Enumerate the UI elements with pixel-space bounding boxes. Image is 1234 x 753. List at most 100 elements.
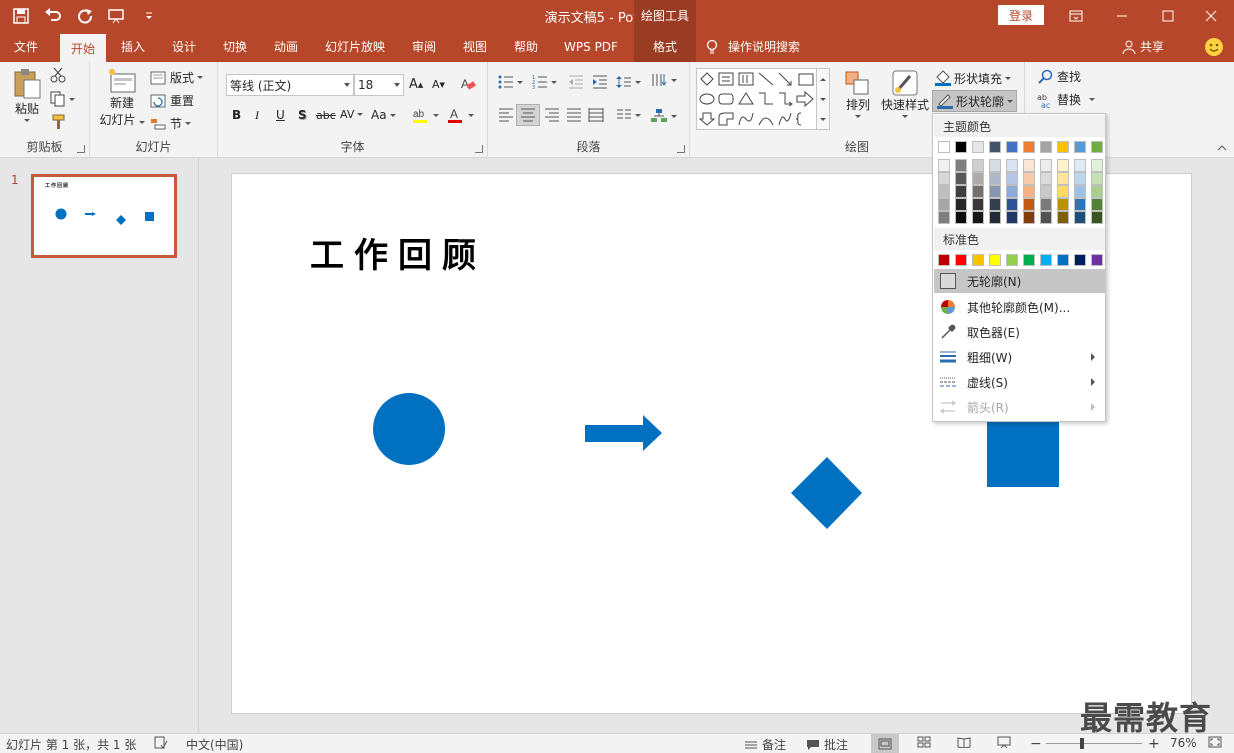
theme-shade-swatch[interactable] — [1023, 159, 1035, 172]
theme-shade-swatch[interactable] — [1040, 159, 1052, 172]
shape-fill-button[interactable]: 形状填充 — [934, 68, 1012, 88]
collapse-ribbon-icon[interactable] — [1217, 144, 1227, 152]
tab-review[interactable]: 审阅 — [403, 31, 445, 62]
theme-shade-swatch[interactable] — [1040, 185, 1052, 198]
theme-shade-swatch[interactable] — [972, 172, 984, 185]
standard-color-swatch[interactable] — [1006, 254, 1018, 266]
theme-shade-swatch[interactable] — [938, 159, 950, 172]
shapes-more-icon[interactable] — [820, 117, 826, 121]
tell-me-search[interactable]: 操作说明搜索 — [706, 31, 800, 62]
increase-indent-icon[interactable] — [592, 75, 608, 89]
theme-color-swatch[interactable] — [972, 141, 984, 153]
theme-color-swatch[interactable] — [938, 141, 950, 153]
shape-outline-button[interactable]: 形状轮廓 — [932, 90, 1018, 112]
theme-shade-swatch[interactable] — [955, 211, 967, 224]
theme-shade-swatch[interactable] — [1006, 172, 1018, 185]
tab-file[interactable]: 文件 — [4, 31, 48, 62]
format-painter-icon[interactable] — [50, 114, 66, 130]
theme-shade-swatch[interactable] — [1057, 211, 1069, 224]
share-button[interactable]: 共享 — [1122, 31, 1164, 62]
align-center-icon[interactable] — [516, 104, 540, 126]
tab-design[interactable]: 设计 — [163, 31, 205, 62]
standard-color-swatch[interactable] — [1057, 254, 1069, 266]
text-shadow-button[interactable]: S — [298, 108, 307, 122]
redo-icon[interactable] — [74, 5, 96, 27]
tab-format[interactable]: 格式 — [634, 31, 696, 62]
line-spacing-icon[interactable] — [616, 75, 641, 89]
paragraph-launcher-icon[interactable] — [677, 145, 685, 153]
arrange-button[interactable]: 排列 — [840, 70, 876, 118]
theme-color-swatch[interactable] — [1040, 141, 1052, 153]
theme-shade-swatch[interactable] — [938, 172, 950, 185]
theme-shade-swatch[interactable] — [989, 198, 1001, 211]
theme-shade-swatch[interactable] — [938, 198, 950, 211]
section-button[interactable]: 节 — [150, 115, 192, 132]
weight-item[interactable]: 粗细(W) — [934, 345, 1105, 369]
bullets-icon[interactable] — [498, 75, 523, 89]
clear-formatting-icon[interactable]: A — [460, 76, 476, 92]
shapes-scroll-down-icon[interactable] — [820, 97, 826, 101]
theme-shade-swatch[interactable] — [1057, 185, 1069, 198]
ribbon-display-options-icon[interactable] — [1053, 0, 1099, 31]
highlight-color-icon[interactable]: ab — [412, 106, 439, 124]
strikethrough-button[interactable]: abc — [316, 109, 336, 122]
theme-shade-swatch[interactable] — [1074, 172, 1086, 185]
login-button[interactable]: 登录 — [998, 5, 1044, 25]
theme-shade-swatch[interactable] — [955, 159, 967, 172]
theme-shade-swatch[interactable] — [989, 211, 1001, 224]
tab-insert[interactable]: 插入 — [112, 31, 154, 62]
align-left-icon[interactable] — [498, 108, 514, 122]
decrease-font-icon[interactable]: A ▼ — [432, 78, 445, 91]
shapes-gallery[interactable] — [696, 68, 826, 130]
tab-animations[interactable]: 动画 — [265, 31, 307, 62]
clipboard-launcher-icon[interactable] — [77, 145, 85, 153]
theme-shade-swatch[interactable] — [1091, 211, 1103, 224]
justify-icon[interactable] — [566, 108, 582, 122]
font-size-select[interactable]: 18 — [354, 74, 404, 96]
slideshow-view-icon[interactable] — [997, 736, 1011, 748]
character-spacing-button[interactable]: AV — [340, 108, 364, 121]
shapes-gallery-scroll[interactable] — [816, 68, 830, 130]
tab-transitions[interactable]: 切换 — [214, 31, 256, 62]
maximize-icon[interactable] — [1145, 0, 1191, 31]
increase-font-icon[interactable]: A ▲ — [409, 77, 423, 92]
theme-shade-swatch[interactable] — [1006, 198, 1018, 211]
theme-shade-swatch[interactable] — [1091, 198, 1103, 211]
tab-help[interactable]: 帮助 — [505, 31, 547, 62]
theme-shade-swatch[interactable] — [1023, 185, 1035, 198]
smartart-icon[interactable] — [650, 108, 677, 124]
underline-button[interactable]: U — [276, 108, 285, 122]
theme-shade-swatch[interactable] — [989, 185, 1001, 198]
notes-button[interactable]: 备注 — [744, 736, 786, 753]
shapes-scroll-up-icon[interactable] — [820, 77, 826, 81]
reset-button[interactable]: 重置 — [150, 92, 194, 109]
feedback-smiley-icon[interactable] — [1205, 38, 1223, 56]
text-direction-icon[interactable] — [650, 72, 677, 88]
standard-color-swatch[interactable] — [955, 254, 967, 266]
theme-shade-swatch[interactable] — [938, 211, 950, 224]
theme-shade-swatch[interactable] — [1040, 211, 1052, 224]
theme-color-swatch[interactable] — [989, 141, 1001, 153]
theme-shade-swatch[interactable] — [972, 198, 984, 211]
more-outline-colors-item[interactable]: 其他轮廓颜色(M)... — [934, 295, 1105, 319]
customize-qat-icon[interactable] — [138, 5, 160, 27]
change-case-button[interactable]: Aa — [371, 108, 396, 122]
italic-button[interactable]: I — [255, 108, 259, 123]
theme-color-swatch[interactable] — [955, 141, 967, 153]
align-right-icon[interactable] — [544, 108, 560, 122]
theme-shade-swatch[interactable] — [1057, 198, 1069, 211]
theme-color-swatch[interactable] — [1074, 141, 1086, 153]
theme-shade-swatch[interactable] — [1040, 172, 1052, 185]
theme-shade-swatch[interactable] — [938, 185, 950, 198]
theme-shade-swatch[interactable] — [1023, 211, 1035, 224]
theme-color-swatch[interactable] — [1023, 141, 1035, 153]
reading-view-icon[interactable] — [957, 736, 971, 748]
theme-shade-swatch[interactable] — [972, 159, 984, 172]
tab-home[interactable]: 开始 — [60, 34, 106, 62]
undo-icon[interactable] — [42, 5, 64, 27]
dashes-item[interactable]: 虚线(S) — [934, 370, 1105, 394]
standard-color-swatch[interactable] — [938, 254, 950, 266]
save-icon[interactable] — [10, 5, 32, 27]
theme-shade-swatch[interactable] — [1057, 172, 1069, 185]
cut-icon[interactable] — [50, 67, 66, 83]
